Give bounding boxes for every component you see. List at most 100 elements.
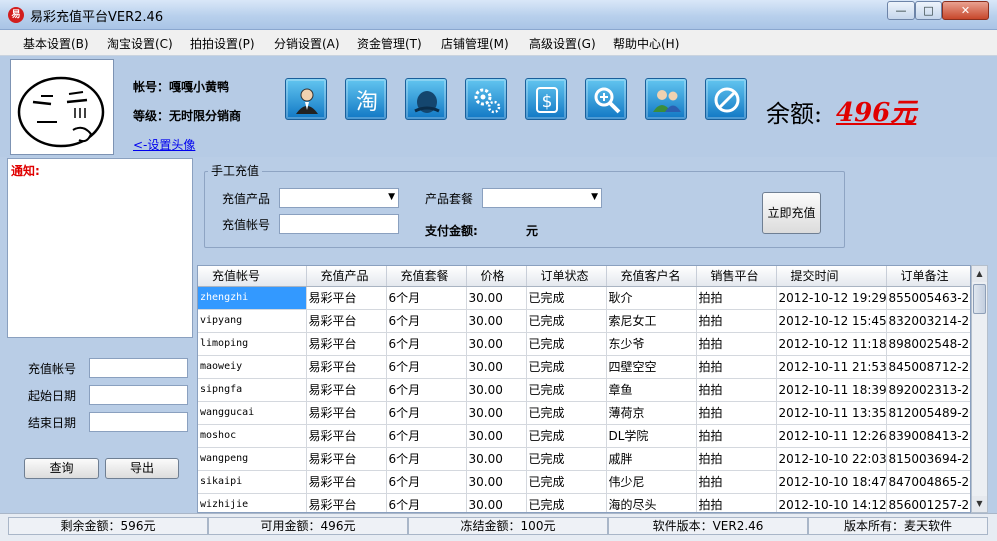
table-cell: 6个月	[386, 447, 467, 471]
column-header[interactable]: 提交时间	[776, 266, 887, 287]
table-cell: 6个月	[386, 424, 467, 448]
avatar[interactable]	[10, 59, 114, 155]
column-header[interactable]: 充值产品	[306, 266, 387, 287]
settings-button[interactable]	[465, 78, 507, 120]
table-cell: 易彩平台	[306, 401, 387, 425]
table-cell: 6个月	[386, 470, 467, 494]
balance-value: 496元	[836, 98, 917, 128]
minimize-button[interactable]: —	[887, 1, 915, 20]
column-header[interactable]: 充值帐号	[198, 266, 307, 287]
menu-help-center[interactable]: 帮助中心(H)	[613, 35, 679, 52]
table-row[interactable]: maoweiy 易彩平台 6个月 30.00 已完成 四壁空空 拍拍 2012-10-11 2…	[198, 355, 970, 379]
finance-button[interactable]: $	[525, 78, 567, 120]
menu-paipai-settings[interactable]: 拍拍设置(P)	[190, 35, 255, 52]
table-cell: 已完成	[526, 401, 607, 425]
dollar-glyph: $	[542, 92, 553, 112]
table-row[interactable]: vipyang 易彩平台 6个月 30.00 已完成 索尼女工 拍拍 2012-10-12 1…	[198, 309, 970, 333]
table-cell: 855005463-20...	[886, 286, 970, 310]
table-cell: moshoc	[198, 424, 307, 448]
filter-end-date-input[interactable]	[89, 412, 188, 432]
table-cell: 易彩平台	[306, 286, 387, 310]
table-cell: 已完成	[526, 447, 607, 471]
package-select[interactable]: ▼	[482, 188, 602, 208]
status-remaining: 剩余金额：596元	[8, 517, 208, 535]
stop-button[interactable]	[705, 78, 747, 120]
table-cell: 索尼女工	[606, 309, 697, 333]
table-cell: 6个月	[386, 309, 467, 333]
table-cell: 拍拍	[696, 401, 777, 425]
table-cell: 856001257-20...	[886, 493, 970, 512]
table-cell: 拍拍	[696, 332, 777, 356]
close-button[interactable]: ✕	[942, 1, 989, 20]
gears-icon	[474, 88, 501, 114]
filter-start-date-input[interactable]	[89, 385, 188, 405]
table-row[interactable]: wangpeng 易彩平台 6个月 30.00 已完成 戚胖 拍拍 2012-10-10 22…	[198, 447, 970, 471]
menu-taobao-settings[interactable]: 淘宝设置(C)	[107, 35, 173, 52]
table-cell: 伟少尼	[606, 470, 697, 494]
table-cell: 拍拍	[696, 424, 777, 448]
table-cell: limoping	[198, 332, 307, 356]
product-select[interactable]: ▼	[279, 188, 399, 208]
table-row[interactable]: limoping 易彩平台 6个月 30.00 已完成 东少爷 拍拍 2012-10-12 1…	[198, 332, 970, 356]
taobao-button[interactable]: 淘	[345, 78, 387, 120]
table-cell: 6个月	[386, 286, 467, 310]
table-cell: 已完成	[526, 286, 607, 310]
column-header[interactable]: 价格	[466, 266, 527, 287]
table-row[interactable]: sipngfa 易彩平台 6个月 30.00 已完成 章鱼 拍拍 2012-10-11 18:…	[198, 378, 970, 402]
customers-button[interactable]	[645, 78, 687, 120]
recharge-account-input[interactable]	[279, 214, 399, 234]
menu-fund-management[interactable]: 资金管理(T)	[357, 35, 422, 52]
table-cell: 易彩平台	[306, 424, 387, 448]
set-avatar-link[interactable]: <-设置头像	[133, 136, 195, 153]
table-cell: 898002548-20...	[886, 332, 970, 356]
menu-basic-settings[interactable]: 基本设置(B)	[23, 35, 89, 52]
block-icon	[714, 87, 740, 113]
menu-advanced-settings[interactable]: 高级设置(G)	[529, 35, 596, 52]
scroll-up-icon[interactable]: ▲	[972, 266, 987, 282]
user-agent-icon	[296, 88, 318, 114]
table-row[interactable]: moshoc 易彩平台 6个月 30.00 已完成 DL学院 拍拍 2012-10-11 12…	[198, 424, 970, 448]
column-header[interactable]: 销售平台	[696, 266, 777, 287]
table-cell: wizhijie	[198, 493, 307, 512]
table-row[interactable]: zhengzhi 易彩平台 6个月 30.00 已完成 耿介 拍拍 2012-10-12 19…	[198, 286, 970, 310]
menu-shop-management[interactable]: 店铺管理(M)	[441, 35, 509, 52]
maximize-button[interactable]: □	[915, 1, 942, 20]
menu-distribution-settings[interactable]: 分销设置(A)	[274, 35, 340, 52]
table-cell: 易彩平台	[306, 309, 387, 333]
column-header[interactable]: 订单备注	[886, 266, 970, 287]
table-cell: 2012-10-12 11:18	[776, 332, 887, 356]
table-cell: wanggucai	[198, 401, 307, 425]
export-button[interactable]: 导出	[105, 458, 179, 479]
scroll-thumb[interactable]	[973, 284, 986, 314]
pay-amount-label: 支付金额:	[425, 224, 478, 238]
qq-icon	[414, 91, 440, 113]
table-scrollbar[interactable]: ▲ ▼	[971, 265, 988, 513]
query-button[interactable]: 查询	[24, 458, 99, 479]
manual-recharge-group	[204, 171, 845, 248]
scroll-down-icon[interactable]: ▼	[972, 496, 987, 512]
table-cell: 拍拍	[696, 355, 777, 379]
table-cell: 薄荷京	[606, 401, 697, 425]
search-button[interactable]	[585, 78, 627, 120]
agent-user-button[interactable]	[285, 78, 327, 120]
table-row[interactable]: wanggucai 易彩平台 6个月 30.00 已完成 薄荷京 拍拍 2012-10-11 …	[198, 401, 970, 425]
table-cell: 已完成	[526, 424, 607, 448]
table-cell: 2012-10-11 21:53	[776, 355, 887, 379]
column-header[interactable]: 充值客户名	[606, 266, 697, 287]
filter-account-input[interactable]	[89, 358, 188, 378]
table-row[interactable]: wizhijie 易彩平台 6个月 30.00 已完成 海的尽头 拍拍 2012-10-10 …	[198, 493, 970, 512]
menu-bar: 基本设置(B) 淘宝设置(C) 拍拍设置(P) 分销设置(A) 资金管理(T) …	[0, 30, 997, 56]
table-cell: 812005489-20...	[886, 401, 970, 425]
recharge-now-button[interactable]: 立即充值	[762, 192, 821, 234]
column-header[interactable]: 订单状态	[526, 266, 607, 287]
table-row[interactable]: sikaipi 易彩平台 6个月 30.00 已完成 伟少尼 拍拍 2012-10-10 18…	[198, 470, 970, 494]
column-header[interactable]: 充值套餐	[386, 266, 467, 287]
table-cell: 易彩平台	[306, 332, 387, 356]
orders-table[interactable]: 充值帐号 充值产品 充值套餐 价格 订单状态 充值客户名 销售平台 提交时间 订…	[197, 265, 971, 513]
filter-end-label: 结束日期	[28, 416, 77, 430]
table-cell: 6个月	[386, 401, 467, 425]
table-cell: 已完成	[526, 309, 607, 333]
table-cell: 6个月	[386, 493, 467, 512]
qq-button[interactable]	[405, 78, 447, 120]
table-cell: 30.00	[466, 447, 527, 471]
